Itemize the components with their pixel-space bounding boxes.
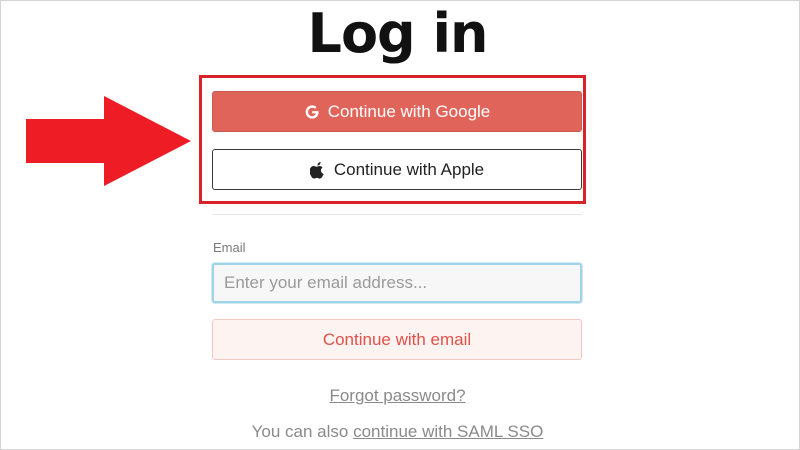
page-title: Log in [307, 2, 489, 65]
email-label: Email [213, 240, 246, 255]
continue-with-google-button[interactable]: Continue with Google [212, 91, 582, 132]
saml-prefix-text: You can also [251, 422, 354, 441]
apple-logo-icon [309, 161, 326, 179]
saml-sso-line: You can also continue with SAML SSO [0, 422, 795, 442]
continue-with-email-button[interactable]: Continue with email [212, 319, 582, 360]
saml-sso-link[interactable]: continue with SAML SSO [353, 422, 543, 441]
right-arrow-icon [26, 96, 191, 186]
section-divider [212, 214, 582, 215]
continue-with-apple-button[interactable]: Continue with Apple [212, 149, 582, 190]
email-button-label: Continue with email [322, 329, 472, 349]
apple-button-label: Continue with Apple [333, 159, 485, 179]
forgot-password-link[interactable]: Forgot password? [0, 386, 795, 406]
google-button-label: Continue with Google [327, 101, 491, 121]
screenshot-frame [0, 0, 800, 450]
google-g-icon [304, 104, 320, 120]
email-input[interactable] [212, 263, 582, 303]
